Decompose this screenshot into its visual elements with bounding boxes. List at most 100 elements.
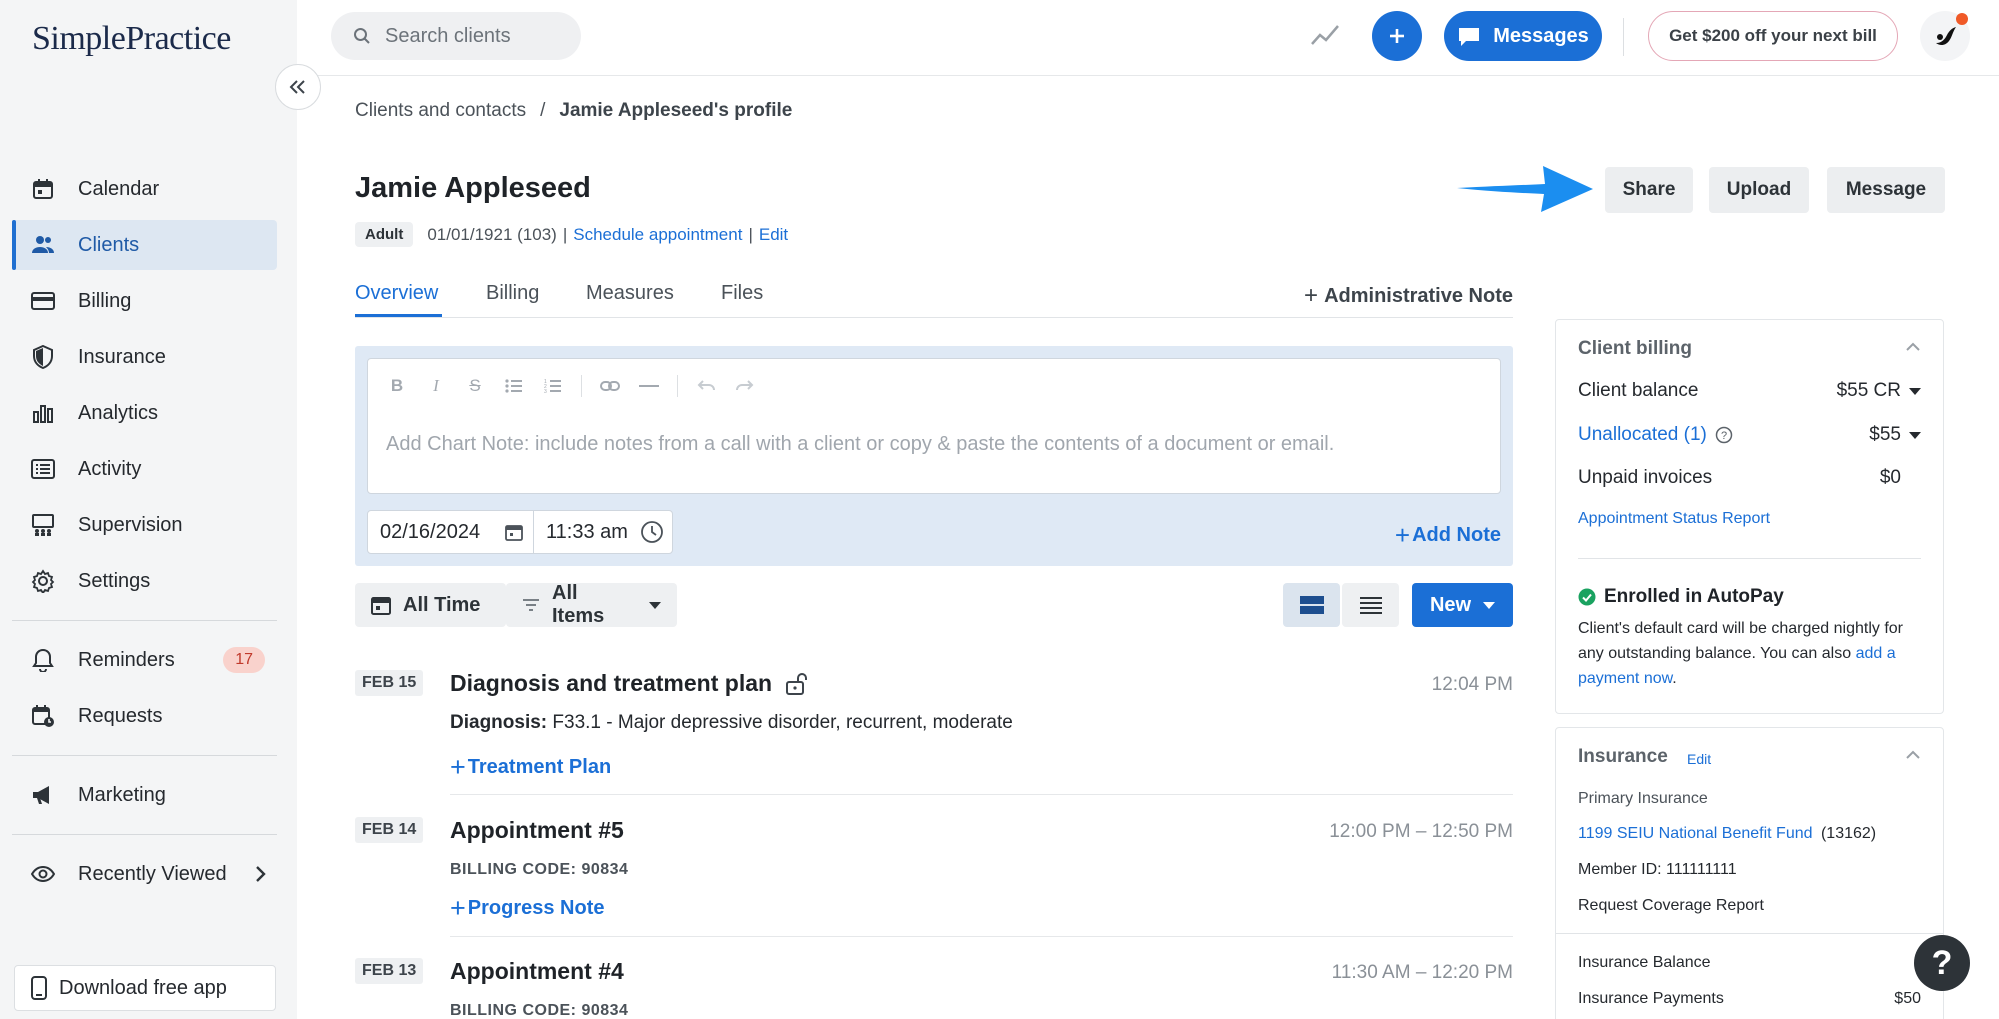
card-view-toggle[interactable] xyxy=(1283,583,1340,627)
chevron-up-icon[interactable] xyxy=(1905,750,1921,760)
undo-icon[interactable] xyxy=(695,375,717,397)
client-balance-dropdown[interactable]: $55 CR xyxy=(1837,380,1921,402)
bar-chart-icon xyxy=(30,400,56,426)
entry-title[interactable]: Appointment #5 xyxy=(450,817,624,844)
notification-dot xyxy=(1956,13,1968,25)
redo-icon[interactable] xyxy=(734,375,756,397)
entry-title-text: Appointment #4 xyxy=(450,958,624,984)
note-date-field[interactable]: 02/16/2024 xyxy=(367,510,534,554)
breadcrumb: Clients and contacts / Jamie Appleseed's p… xyxy=(355,100,792,122)
administrative-note-button[interactable]: + Administrative Note xyxy=(1304,282,1513,310)
italic-icon[interactable]: I xyxy=(425,375,447,397)
request-coverage-report-link[interactable]: Request Coverage Report xyxy=(1578,897,1764,915)
insurance-balance-label: Insurance Balance xyxy=(1578,954,1711,971)
sidebar-item-analytics[interactable]: Analytics xyxy=(12,388,277,438)
sidebar-item-activity[interactable]: Activity xyxy=(12,444,277,494)
sidebar-item-supervision[interactable]: Supervision xyxy=(12,500,277,550)
tab-measures[interactable]: Measures xyxy=(586,282,674,305)
unallocated-dropdown[interactable]: $55 xyxy=(1869,424,1921,446)
all-time-filter-button[interactable]: All Time xyxy=(355,583,506,627)
help-button[interactable]: ? xyxy=(1914,935,1970,991)
quick-add-button[interactable] xyxy=(1372,11,1422,61)
sidebar-item-insurance[interactable]: Insurance xyxy=(12,332,277,382)
chart-note-editor[interactable]: B I S 123 Add Chart Note: include notes … xyxy=(367,358,1501,494)
help-circle-icon[interactable]: ? xyxy=(1715,426,1733,444)
unpaid-invoices-label: Unpaid invoices xyxy=(1578,467,1713,488)
progress-note-link[interactable]: + Progress Note xyxy=(450,893,605,924)
unallocated-link[interactable]: Unallocated (1) xyxy=(1578,424,1707,446)
sidebar-item-requests[interactable]: Requests xyxy=(12,691,277,741)
payer-link[interactable]: 1199 SEIU National Benefit Fund xyxy=(1578,825,1813,842)
insurance-balance-row: Insurance Balance xyxy=(1578,954,1921,972)
card-view-icon xyxy=(1299,595,1325,615)
schedule-appointment-link[interactable]: Schedule appointment xyxy=(573,225,742,245)
all-items-label: All Items xyxy=(552,582,605,627)
megaphone-icon xyxy=(30,782,56,808)
tab-overview[interactable]: Overview xyxy=(355,282,438,305)
upload-button[interactable]: Upload xyxy=(1709,167,1809,213)
bold-icon[interactable]: B xyxy=(386,375,408,397)
edit-client-link[interactable]: Edit xyxy=(759,225,788,245)
client-meta: Adult 01/01/1921 (103) | Schedule appoin… xyxy=(355,222,788,247)
avatar[interactable] xyxy=(1920,11,1970,61)
insurance-payments-value: $50 xyxy=(1894,990,1921,1007)
unallocated-row: Unallocated (1) ? $55 xyxy=(1578,424,1921,446)
card-divider xyxy=(1556,933,1943,934)
add-note-button[interactable]: + Add Note xyxy=(1395,520,1501,551)
collapse-sidebar-button[interactable] xyxy=(275,64,321,110)
add-note-label: Add Note xyxy=(1412,524,1501,546)
primary-insurance-label: Primary Insurance xyxy=(1578,790,1708,807)
link-icon[interactable] xyxy=(599,375,621,397)
sidebar-item-calendar[interactable]: Calendar xyxy=(12,164,277,214)
tab-files[interactable]: Files xyxy=(721,282,763,305)
insurance-title: Insurance xyxy=(1578,746,1668,767)
search-input[interactable]: Search clients xyxy=(331,12,581,60)
appointment-status-report-link[interactable]: Appointment Status Report xyxy=(1578,510,1770,528)
bullet-list-icon[interactable] xyxy=(503,375,525,397)
payer-line: 1199 SEIU National Benefit Fund (13162) xyxy=(1578,825,1876,843)
sidebar-item-marketing[interactable]: Marketing xyxy=(12,770,277,820)
share-button[interactable]: Share xyxy=(1605,167,1693,213)
trend-icon[interactable] xyxy=(1310,22,1340,48)
topbar-divider xyxy=(1623,18,1624,56)
sidebar-item-label: Requests xyxy=(78,704,163,727)
strikethrough-icon[interactable]: S xyxy=(464,375,486,397)
sidebar-item-settings[interactable]: Settings xyxy=(12,556,277,606)
filter-icon xyxy=(522,598,540,612)
messages-button[interactable]: Messages xyxy=(1444,11,1602,61)
download-app-button[interactable]: Download free app xyxy=(14,965,276,1011)
horizontal-rule-icon[interactable] xyxy=(638,375,660,397)
sidebar-item-reminders[interactable]: Reminders 17 xyxy=(12,635,277,685)
entry-time: 11:30 AM – 12:20 PM xyxy=(1331,962,1513,983)
numbered-list-icon[interactable]: 123 xyxy=(542,375,564,397)
sidebar-item-billing[interactable]: Billing xyxy=(12,276,277,326)
insurance-payments-label: Insurance Payments xyxy=(1578,990,1724,1007)
diagnosis-value: F33.1 - Major depressive disorder, recur… xyxy=(552,712,1013,733)
breadcrumb-clients-link[interactable]: Clients and contacts xyxy=(355,100,526,121)
entry-title[interactable]: Diagnosis and treatment plan xyxy=(450,670,808,697)
promo-button[interactable]: Get $200 off your next bill xyxy=(1648,11,1898,61)
list-view-toggle[interactable] xyxy=(1342,583,1399,627)
note-time-field[interactable]: 11:33 am xyxy=(533,510,673,554)
all-items-filter-button[interactable]: All Items xyxy=(506,582,677,627)
sidebar-divider xyxy=(12,755,277,756)
plus-icon: + xyxy=(1394,520,1411,550)
sidebar-item-recently-viewed[interactable]: Recently Viewed xyxy=(12,849,277,899)
insurance-edit-link[interactable]: Edit xyxy=(1687,751,1711,767)
timeline-divider xyxy=(450,936,1513,937)
search-icon xyxy=(353,27,371,45)
tab-billing[interactable]: Billing xyxy=(486,282,539,305)
autopay-text: Client's default card will be charged ni… xyxy=(1578,620,1903,662)
calendar-icon xyxy=(371,595,391,615)
member-id: Member ID: 111111111 xyxy=(1578,861,1737,878)
treatment-plan-link[interactable]: + Treatment Plan xyxy=(450,752,611,783)
chart-note-placeholder: Add Chart Note: include notes from a cal… xyxy=(386,433,1335,455)
simplepractice-logo[interactable]: SimplePractice xyxy=(32,20,231,58)
entry-title[interactable]: Appointment #4 xyxy=(450,958,624,985)
progress-note-label: Progress Note xyxy=(467,897,605,919)
message-button[interactable]: Message xyxy=(1827,167,1945,213)
sidebar-item-clients[interactable]: Clients xyxy=(12,220,277,270)
billing-card-icon xyxy=(30,288,56,314)
chevron-up-icon[interactable] xyxy=(1905,342,1921,352)
new-button[interactable]: New xyxy=(1412,583,1513,627)
